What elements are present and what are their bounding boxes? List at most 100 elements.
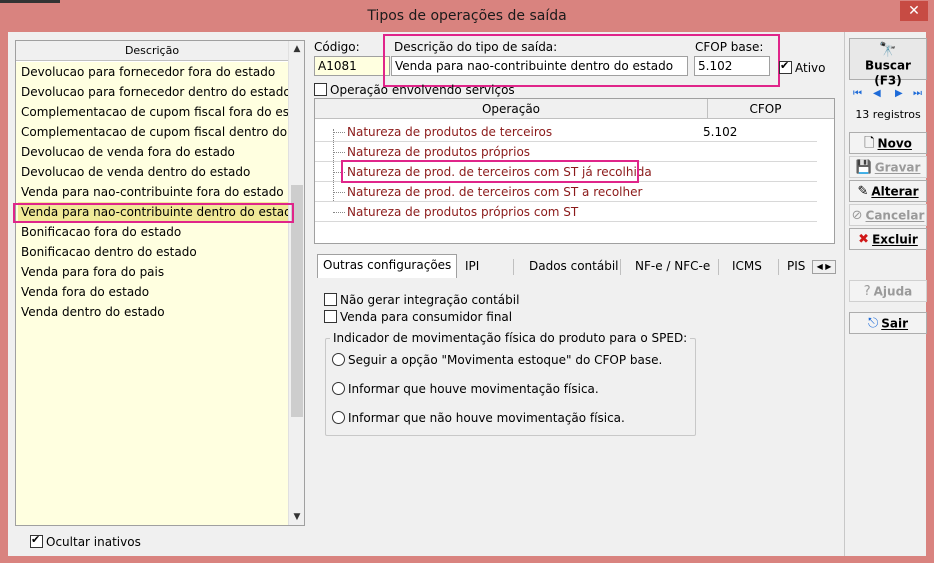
novo-button[interactable]: 🗋 Novo — [849, 132, 927, 154]
list-header-descricao[interactable]: Descrição — [16, 41, 288, 61]
edit-icon: ✎ — [857, 183, 869, 199]
tab-separator — [718, 259, 719, 275]
novo-label: Novo — [877, 136, 912, 151]
tab-ipi[interactable]: IPI — [460, 256, 484, 278]
nao-gerar-checkbox[interactable]: Não gerar integração contábil — [324, 292, 519, 307]
list-item[interactable]: Devolucao para fornecedor dentro do esta… — [18, 82, 290, 102]
close-button[interactable]: ✕ — [900, 1, 928, 21]
list-item[interactable]: Bonificacao fora do estado — [18, 222, 290, 242]
grid-col-cfop[interactable]: CFOP — [708, 99, 823, 119]
list-item[interactable]: Venda dentro do estado — [18, 302, 290, 322]
selection-highlight-box — [13, 203, 294, 223]
next-record-icon[interactable]: ▶ — [895, 88, 903, 99]
radio-icon[interactable] — [332, 382, 345, 395]
row-highlight-box — [341, 160, 639, 183]
grid-cell-operacao: Natureza de produtos próprios com ST — [347, 205, 579, 219]
tree-branch — [333, 212, 345, 213]
ativo-label: Ativo — [795, 60, 826, 75]
excluir-button[interactable]: ✖ Excluir — [849, 228, 927, 250]
venda-consumidor-checkbox[interactable]: Venda para consumidor final — [324, 309, 512, 324]
tree-branch — [333, 192, 345, 193]
tab-icms[interactable]: ICMS — [727, 256, 767, 278]
radio-seguir-opcao[interactable]: Seguir a opção "Movimenta estoque" do CF… — [332, 352, 662, 367]
tab-scroll-arrows-icon[interactable]: ◀ ▶ — [812, 260, 836, 274]
ocultar-inativos-label: Ocultar inativos — [46, 534, 141, 549]
cancel-icon: ⊘ — [851, 207, 863, 223]
exit-icon: ⎋ — [867, 315, 879, 331]
tree-branch — [333, 132, 345, 133]
servicos-label: Operação envolvendo serviços — [330, 82, 515, 97]
ajuda-button[interactable]: ? Ajuda — [849, 280, 927, 302]
checkbox-unchecked-icon[interactable] — [324, 310, 337, 323]
grid-row[interactable]: Natureza de produtos próprios — [315, 142, 817, 162]
checkbox-unchecked-icon[interactable] — [314, 83, 327, 96]
codigo-field[interactable]: A1081 — [314, 56, 390, 76]
tab-outras-configuracoes[interactable]: Outras configurações — [317, 254, 458, 278]
grid-col-operacao[interactable]: Operação — [315, 99, 708, 119]
description-highlight-box — [383, 34, 780, 87]
list-item[interactable]: Devolucao para fornecedor fora do estado — [18, 62, 290, 82]
gravar-button[interactable]: 💾 Gravar — [849, 156, 927, 178]
radio-nao-houve-movimentacao[interactable]: Informar que não houve movimentação físi… — [332, 410, 625, 425]
tab-dados-contabil[interactable]: Dados contábil — [524, 256, 624, 278]
list-item[interactable]: Complementacao de cupom fiscal fora do e… — [18, 102, 290, 122]
tab-separator — [513, 259, 514, 275]
cancelar-button[interactable]: ⊘ Cancelar — [849, 204, 927, 226]
list-item[interactable]: Venda para nao-contribuinte fora do esta… — [18, 182, 290, 202]
excluir-label: Excluir — [872, 232, 918, 247]
list-scrollbar[interactable]: ▲ ▼ — [288, 41, 304, 525]
list-item[interactable]: Complementacao de cupom fiscal dentro do… — [18, 122, 290, 142]
scroll-down-icon[interactable]: ▼ — [289, 509, 305, 525]
list-item[interactable]: Venda fora do estado — [18, 282, 290, 302]
ajuda-label: Ajuda — [873, 284, 913, 299]
action-panel: 🔭 Buscar (F3) ⏮ ◀ ▶ ⏭ 13 registros 🗋 Novo… — [844, 32, 927, 556]
grid-row[interactable]: Natureza de produtos de terceiros 5.102 — [315, 122, 817, 142]
grid-cell-cfop: 5.102 — [703, 125, 738, 139]
ativo-checkbox[interactable]: Ativo — [779, 59, 826, 75]
prev-record-icon[interactable]: ◀ — [873, 88, 881, 99]
tab-bar: Outras configurações IPI Dados contábil … — [314, 254, 836, 278]
radio-nao-houve-label: Informar que não houve movimentação físi… — [348, 410, 625, 425]
radio-houve-movimentacao[interactable]: Informar que houve movimentação física. — [332, 381, 599, 396]
client-area: Descrição Devolucao para fornecedor fora… — [8, 32, 927, 556]
tab-separator — [620, 259, 621, 275]
record-navigator: ⏮ ◀ ▶ ⏭ — [851, 88, 927, 102]
checkbox-checked-icon[interactable] — [779, 59, 792, 74]
delete-x-icon: ✖ — [858, 231, 870, 247]
radio-houve-label: Informar que houve movimentação física. — [348, 381, 599, 396]
grid-cell-operacao: Natureza de produtos próprios — [347, 145, 531, 159]
tab-pis[interactable]: PIS — [784, 256, 812, 278]
list-item[interactable]: Venda para fora do pais — [18, 262, 290, 282]
grid-row[interactable]: Natureza de produtos próprios com ST — [315, 202, 817, 222]
list-body: Devolucao para fornecedor fora do estado… — [16, 62, 290, 525]
registros-count: 13 registros — [855, 108, 921, 121]
list-item[interactable]: Devolucao de venda fora do estado — [18, 142, 290, 162]
binoculars-icon: 🔭 — [879, 42, 897, 58]
buscar-button[interactable]: 🔭 Buscar (F3) — [849, 38, 927, 87]
window-title: Tipos de operações de saída — [367, 8, 567, 24]
buscar-label: Buscar (F3) — [865, 58, 911, 88]
last-record-icon[interactable]: ⏭ — [913, 88, 922, 99]
radio-seguir-label: Seguir a opção "Movimenta estoque" do CF… — [348, 352, 663, 367]
list-item[interactable]: Devolucao de venda dentro do estado — [18, 162, 290, 182]
alterar-label: Alterar — [871, 184, 919, 199]
new-document-icon: 🗋 — [864, 135, 875, 151]
checkbox-checked-icon[interactable] — [30, 533, 43, 548]
ocultar-inativos-checkbox[interactable]: Ocultar inativos — [30, 533, 141, 549]
title-bar: Tipos de operações de saída ✕ — [0, 0, 934, 32]
sair-button[interactable]: ⎋ Sair — [849, 312, 927, 334]
first-record-icon[interactable]: ⏮ — [853, 88, 862, 99]
scroll-up-icon[interactable]: ▲ — [289, 41, 305, 57]
list-item[interactable]: Bonificacao dentro do estado — [18, 242, 290, 262]
sair-label: Sair — [881, 316, 909, 331]
servicos-checkbox[interactable]: Operação envolvendo serviços — [314, 82, 515, 97]
grid-row[interactable]: Natureza de prod. de terceiros com ST a … — [315, 182, 817, 202]
operations-list[interactable]: Descrição Devolucao para fornecedor fora… — [15, 40, 305, 526]
tab-nfe-nfce[interactable]: NF-e / NFC-e — [630, 256, 715, 278]
radio-icon[interactable] — [332, 411, 345, 424]
gravar-label: Gravar — [874, 160, 921, 175]
sped-groupbox-title: Indicador de movimentação física do prod… — [330, 331, 691, 345]
checkbox-unchecked-icon[interactable] — [324, 293, 337, 306]
radio-icon[interactable] — [332, 353, 345, 366]
alterar-button[interactable]: ✎ Alterar — [849, 180, 927, 202]
